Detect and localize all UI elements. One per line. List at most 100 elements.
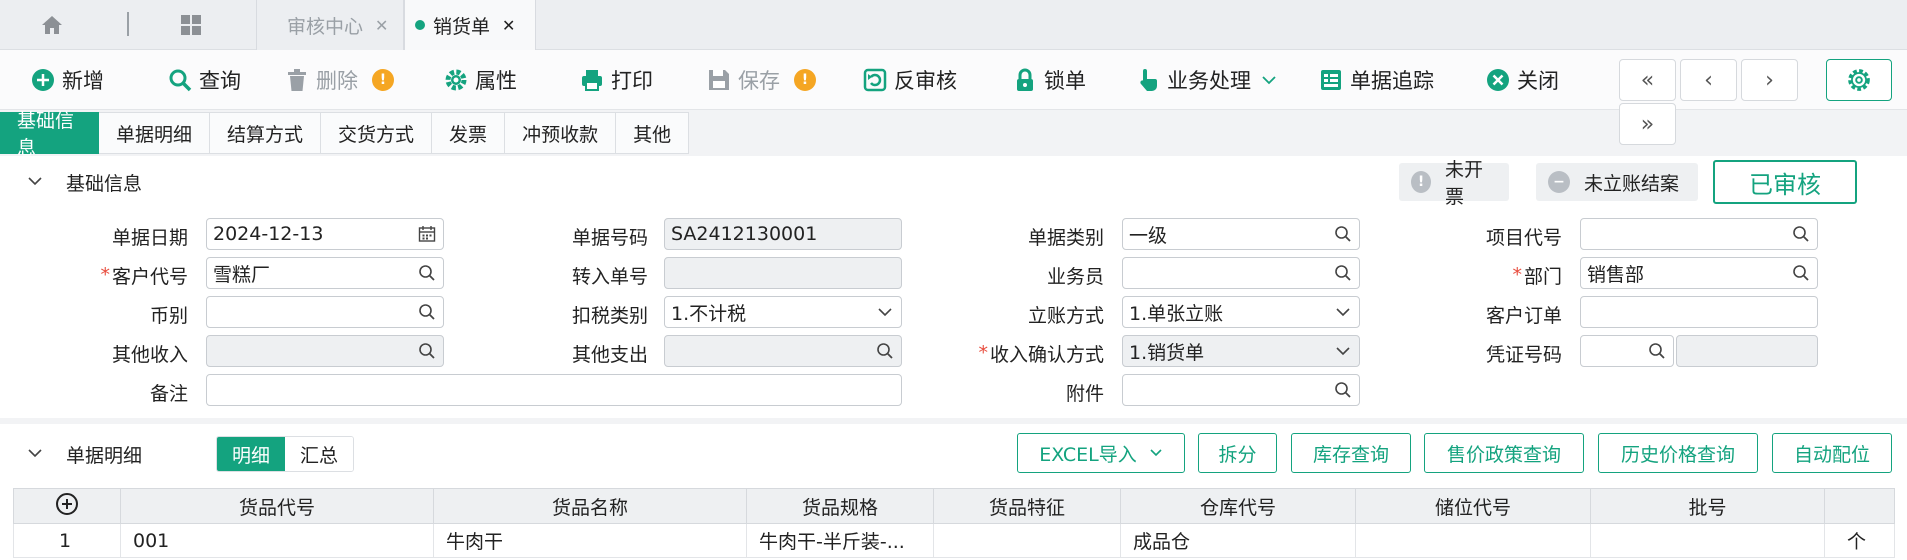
- home-icon[interactable]: [36, 0, 68, 50]
- unaudit-button[interactable]: 反审核: [862, 50, 957, 110]
- other-income-label: 其他收入: [111, 343, 188, 366]
- query-button[interactable]: 查询: [167, 50, 241, 110]
- business-dropdown[interactable]: 业务处理: [1135, 50, 1277, 110]
- search-icon[interactable]: [1791, 224, 1811, 244]
- customer-order-field[interactable]: [1580, 296, 1818, 328]
- table-row[interactable]: 1 001 牛肉干 牛肉干-半斤装-... 成品仓 个: [13, 523, 1895, 558]
- split-button[interactable]: 拆分: [1198, 433, 1277, 473]
- close-button[interactable]: 关闭: [1485, 50, 1559, 110]
- close-icon[interactable]: ✕: [502, 16, 515, 35]
- summary-view-button[interactable]: 汇总: [285, 437, 354, 471]
- project-field[interactable]: [1580, 218, 1818, 250]
- previous-record-button[interactable]: ‹: [1680, 59, 1737, 101]
- cell-batch[interactable]: [1590, 523, 1825, 558]
- search-icon[interactable]: [1333, 263, 1353, 283]
- search-icon[interactable]: [875, 341, 895, 361]
- hand-pointer-icon: [1135, 67, 1161, 93]
- cell-warehouse[interactable]: 成品仓: [1120, 523, 1356, 558]
- delete-button[interactable]: 删除 !: [284, 50, 394, 110]
- col-header[interactable]: 仓库代号: [1120, 488, 1356, 524]
- cell-spec[interactable]: 牛肉干-半斤装-...: [746, 523, 934, 558]
- cell-feature[interactable]: [933, 523, 1121, 558]
- tab-prepayment-offset[interactable]: 冲预收款: [505, 112, 617, 154]
- tab-delivery[interactable]: 交货方式: [321, 112, 433, 154]
- tab-other[interactable]: 其他: [616, 112, 690, 154]
- badge-label: 未开票: [1445, 159, 1484, 208]
- section-tabs: 基础信息 单据明细 结算方式 交货方式 发票 冲预收款 其他: [0, 110, 690, 159]
- col-header[interactable]: 货品名称: [433, 488, 747, 524]
- col-header[interactable]: 货品代号: [120, 488, 434, 524]
- remark-field[interactable]: [206, 374, 902, 406]
- last-record-button[interactable]: »: [1619, 103, 1676, 145]
- warning-icon: !: [372, 69, 394, 91]
- cell-unit[interactable]: 个: [1824, 523, 1895, 558]
- close-icon[interactable]: ✕: [375, 16, 388, 35]
- save-button[interactable]: 保存 !: [706, 50, 816, 110]
- col-header[interactable]: 批号: [1590, 488, 1825, 524]
- remark-label: 备注: [149, 382, 188, 405]
- undo-icon: [862, 67, 888, 93]
- search-icon[interactable]: [1333, 224, 1353, 244]
- tab-basic-info[interactable]: 基础信息: [0, 110, 99, 159]
- section-title: 单据明细: [66, 444, 143, 467]
- first-record-button[interactable]: «: [1619, 59, 1676, 101]
- trace-button[interactable]: 单据追踪: [1318, 50, 1434, 110]
- department-field[interactable]: 销售部: [1580, 257, 1818, 289]
- col-header[interactable]: 储位代号: [1355, 488, 1591, 524]
- plus-circle-icon[interactable]: [55, 492, 79, 516]
- grid-icon[interactable]: [176, 0, 206, 50]
- other-income-field[interactable]: [206, 335, 444, 367]
- col-header[interactable]: 货品规格: [746, 488, 934, 524]
- tax-type-select[interactable]: 1.不计税: [664, 296, 902, 328]
- lock-button[interactable]: 锁单: [1012, 50, 1086, 110]
- tab-settlement[interactable]: 结算方式: [210, 112, 322, 154]
- excel-import-button[interactable]: EXCEL导入: [1017, 433, 1185, 473]
- currency-field[interactable]: [206, 296, 444, 328]
- cell-code[interactable]: 001: [120, 523, 434, 558]
- doc-date-field[interactable]: 2024-12-13: [206, 218, 444, 250]
- properties-button[interactable]: 属性: [443, 50, 517, 110]
- add-button[interactable]: 新增: [30, 50, 104, 110]
- tab-sales-order[interactable]: 销货单 ✕: [404, 0, 536, 50]
- price-history-query-button[interactable]: 历史价格查询: [1598, 433, 1758, 473]
- stock-query-button[interactable]: 库存查询: [1291, 433, 1411, 473]
- cell-name[interactable]: 牛肉干: [433, 523, 747, 558]
- revenue-mode-select[interactable]: 1.销货单: [1122, 335, 1360, 367]
- customer-field[interactable]: 雪糕厂: [206, 257, 444, 289]
- tab-document-detail[interactable]: 单据明细: [99, 112, 211, 154]
- search-icon[interactable]: [417, 341, 437, 361]
- add-row-header[interactable]: [13, 488, 121, 524]
- voucher-field[interactable]: [1580, 335, 1674, 367]
- price-policy-query-button[interactable]: 售价政策查询: [1424, 433, 1584, 473]
- detail-view-button[interactable]: 明细: [217, 437, 286, 471]
- doc-type-field[interactable]: 一级: [1122, 218, 1360, 250]
- customer-label: * 客户代号: [100, 264, 188, 288]
- settings-button[interactable]: [1826, 59, 1892, 101]
- plus-circle-icon: [30, 67, 56, 93]
- tab-invoice[interactable]: 发票: [432, 112, 506, 154]
- detail-header[interactable]: 单据明细: [24, 436, 142, 472]
- search-icon[interactable]: [417, 263, 437, 283]
- print-label: 打印: [611, 69, 653, 93]
- chevron-down-icon: [1333, 302, 1353, 322]
- account-mode-select[interactable]: 1.单张立账: [1122, 296, 1360, 328]
- next-record-button[interactable]: ›: [1741, 59, 1798, 101]
- attachment-field[interactable]: [1122, 374, 1360, 406]
- search-icon[interactable]: [1647, 341, 1667, 361]
- search-icon[interactable]: [1791, 263, 1811, 283]
- section-title: 基础信息: [66, 172, 143, 195]
- search-icon[interactable]: [417, 302, 437, 322]
- col-header[interactable]: 货品特征: [933, 488, 1121, 524]
- chevron-down-icon: [875, 302, 895, 322]
- tab-audit-center[interactable]: 审核中心 ✕: [256, 0, 404, 50]
- salesman-field[interactable]: [1122, 257, 1360, 289]
- print-button[interactable]: 打印: [579, 50, 653, 110]
- account-mode-label: 立账方式: [1027, 304, 1104, 327]
- other-expense-field[interactable]: [664, 335, 902, 367]
- cell-location[interactable]: [1355, 523, 1591, 558]
- auto-allocate-button[interactable]: 自动配位: [1772, 433, 1892, 473]
- calendar-icon[interactable]: [417, 224, 437, 244]
- search-icon[interactable]: [1333, 380, 1353, 400]
- col-header: [1824, 488, 1895, 524]
- basic-info-header[interactable]: 基础信息: [24, 164, 142, 200]
